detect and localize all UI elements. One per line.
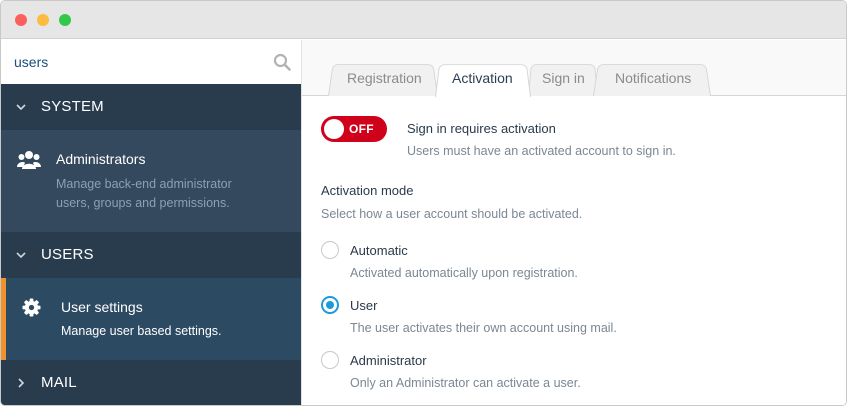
activation-panel: OFF Sign in requires activation Users mu… [302,96,846,405]
sidebar-item-administrators[interactable]: Administrators Manage back-end administr… [1,130,301,232]
radio-automatic[interactable] [321,241,339,259]
users-group-icon [17,151,41,169]
radio-user-help: The user activates their own account usi… [350,321,617,335]
radio-automatic-help: Activated automatically upon registratio… [350,266,578,280]
activation-mode-label: Activation mode [321,183,414,198]
search-box [1,40,301,84]
sidebar-section-users[interactable]: USERS [1,232,301,278]
tab-activation-label: Activation [452,70,513,86]
toggle-state: OFF [349,122,374,136]
tab-sign-in-label: Sign in [542,70,585,86]
radio-administrator[interactable] [321,351,339,369]
toggle-knob [324,119,344,139]
sidebar-section-label: MAIL [41,374,77,391]
app-window: SYSTEM Administrators Manage back-end ad… [0,0,847,406]
sidebar-item-user-settings[interactable]: User settings Manage user based settings… [1,278,301,360]
sidebar-item-description: Manage user based settings. [61,324,222,338]
sidebar-item-description: Manage back-end administrator users, gro… [56,177,232,210]
radio-administrator-label[interactable]: Administrator [350,353,427,368]
title-bar [1,1,846,39]
radio-automatic-label[interactable]: Automatic [350,243,408,258]
sidebar-item-title: User settings [61,299,143,315]
chevron-right-icon [18,378,25,388]
sign-in-activation-toggle[interactable]: OFF [321,116,387,142]
sidebar-section-system[interactable]: SYSTEM [1,84,301,137]
search-icon[interactable] [273,53,291,71]
sidebar-section-mail[interactable]: MAIL [1,360,301,405]
radio-administrator-help: Only an Administrator can activate a use… [350,376,581,390]
tab-bar: Registration Activation Sign in Notifica… [302,40,846,97]
search-input[interactable] [1,40,301,84]
tab-registration-label: Registration [347,70,422,86]
radio-user-label[interactable]: User [350,298,377,313]
sidebar-item-title: Administrators [56,151,146,167]
gear-icon [22,298,41,317]
sidebar-section-label: USERS [41,246,94,263]
close-window-button[interactable] [15,14,27,26]
sidebar: SYSTEM Administrators Manage back-end ad… [1,40,301,405]
chevron-down-icon [16,252,26,259]
minimize-window-button[interactable] [37,14,49,26]
activation-mode-help: Select how a user account should be acti… [321,207,583,221]
chevron-down-icon [16,104,26,111]
sidebar-section-label: SYSTEM [41,98,104,115]
zoom-window-button[interactable] [59,14,71,26]
main-content: Registration Activation Sign in Notifica… [301,40,846,405]
sign-in-activation-help: Users must have an activated account to … [407,144,676,158]
tab-notifications-label: Notifications [615,70,692,86]
sign-in-activation-label: Sign in requires activation [407,121,556,136]
radio-user[interactable] [321,296,339,314]
